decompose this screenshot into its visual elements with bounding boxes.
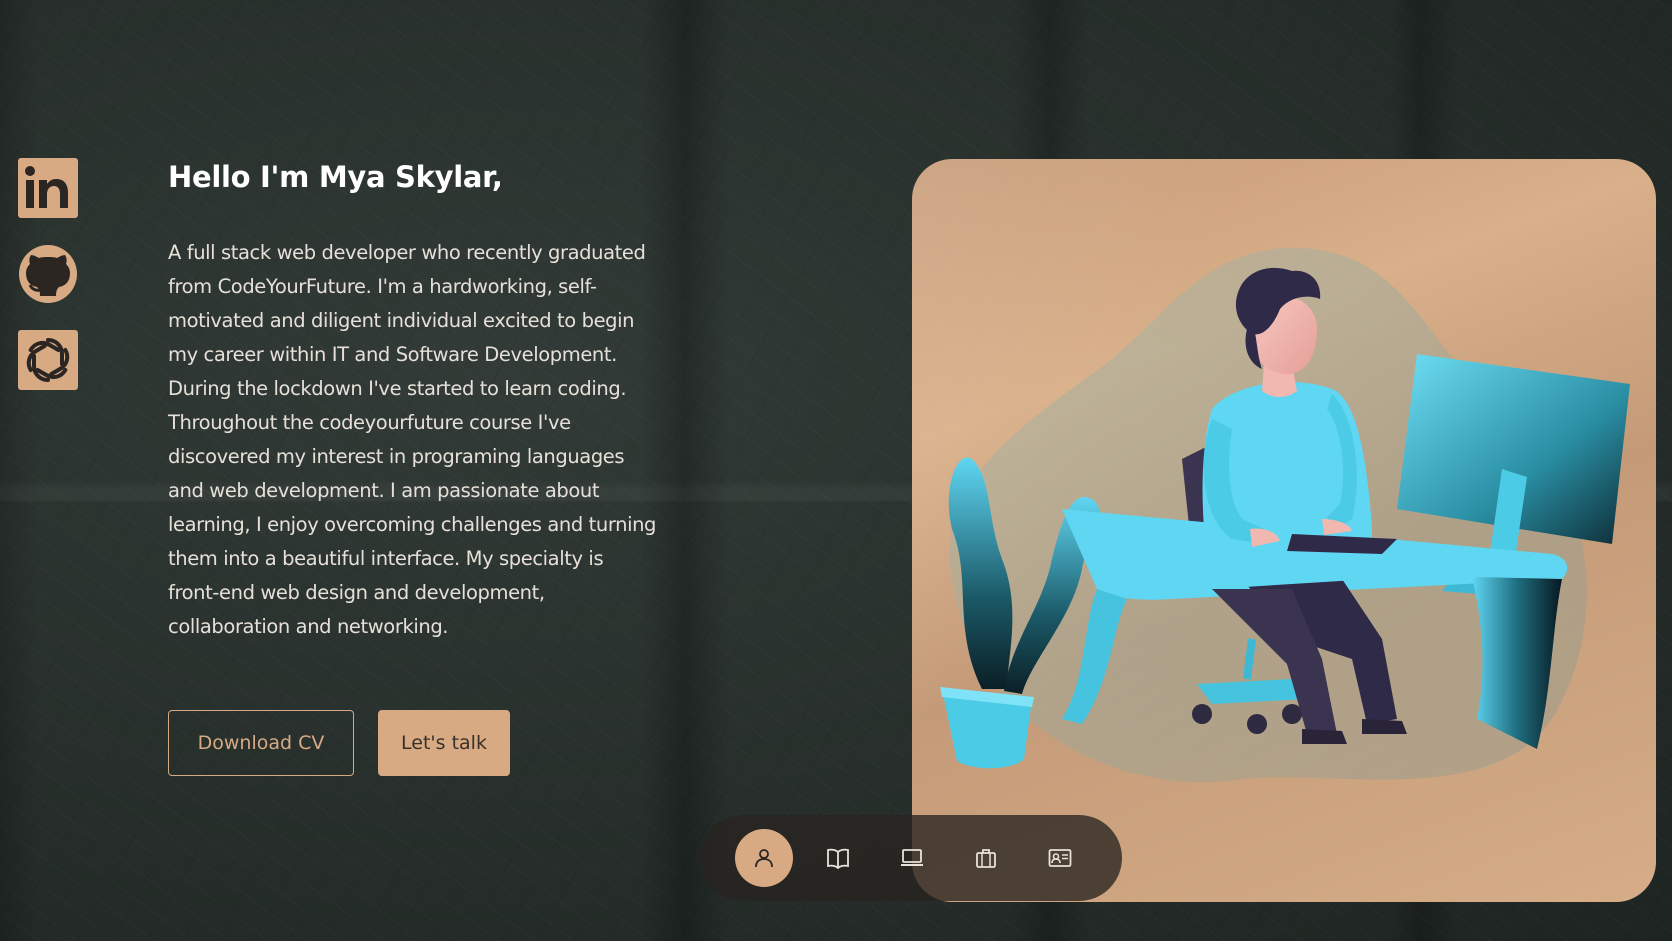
lets-talk-button[interactable]: Let's talk <box>378 710 510 776</box>
bio-line: motivated and diligent individual excite… <box>168 309 635 332</box>
nav-projects[interactable] <box>883 829 941 887</box>
bottom-nav <box>700 815 1122 901</box>
bio-paragraph: A full stack web developer who recently … <box>168 236 698 644</box>
laptop-icon <box>901 849 923 866</box>
bio-line: During the lockdown I've started to lear… <box>168 377 627 400</box>
openai-link[interactable] <box>18 330 78 390</box>
cta-buttons: Download CV Let's talk <box>168 710 510 776</box>
download-cv-button[interactable]: Download CV <box>168 710 354 776</box>
openai-icon <box>26 338 70 382</box>
bio-line: and web development. I am passionate abo… <box>168 479 600 502</box>
nav-contact[interactable] <box>1031 829 1089 887</box>
nav-experience[interactable] <box>809 829 867 887</box>
user-icon <box>755 849 773 868</box>
bio-line: them into a beautiful interface. My spec… <box>168 547 604 570</box>
book-icon <box>827 848 849 869</box>
bio-line: A full stack web developer who recently … <box>168 241 646 264</box>
bio-line: front-end web design and development, <box>168 581 545 604</box>
nav-portfolio[interactable] <box>957 829 1015 887</box>
hero-illustration-card <box>912 159 1656 902</box>
intro-section: Hello I'm Mya Skylar, A full stack web d… <box>168 160 698 644</box>
bio-line: collaboration and networking. <box>168 615 449 638</box>
bio-line: Throughout the codeyourfuture course I'v… <box>168 411 571 434</box>
github-link[interactable] <box>18 244 78 304</box>
social-links <box>18 158 78 390</box>
page-title: Hello I'm Mya Skylar, <box>168 160 503 194</box>
developer-at-desk-illustration <box>940 248 1630 783</box>
nav-about[interactable] <box>735 829 793 887</box>
linkedin-link[interactable] <box>18 158 78 218</box>
briefcase-icon <box>976 849 996 868</box>
contact-card-icon <box>1048 849 1072 867</box>
bio-line: from CodeYourFuture. I'm a hardworking, … <box>168 275 597 298</box>
bio-line: learning, I enjoy overcoming challenges … <box>168 513 657 536</box>
bio-line: discovered my interest in programing lan… <box>168 445 625 468</box>
bio-line: my career within IT and Software Develop… <box>168 343 617 366</box>
github-icon <box>19 245 77 303</box>
linkedin-icon <box>25 166 68 208</box>
